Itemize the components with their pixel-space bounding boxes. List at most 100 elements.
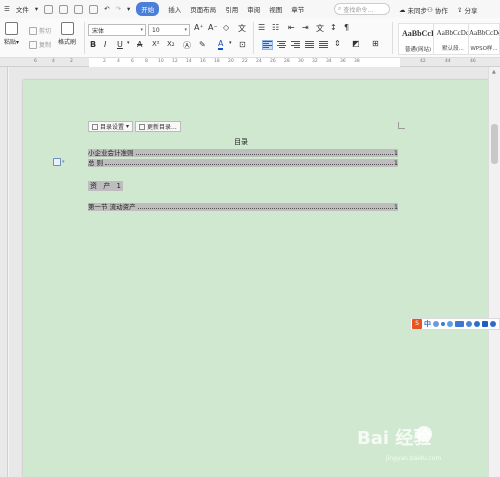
vertical-ruler[interactable]: [0, 67, 8, 477]
more-icon[interactable]: [490, 321, 496, 327]
punctuation-icon[interactable]: [441, 322, 445, 326]
file-menu[interactable]: 文件: [16, 4, 29, 14]
save-icon[interactable]: [44, 4, 54, 14]
toc-toolbar: 目录设置 ▾ 更新目录...: [88, 121, 181, 132]
ime-mode-button[interactable]: 中: [424, 319, 431, 329]
tab-review[interactable]: 审阅: [247, 4, 260, 14]
paragraph-handle-icon[interactable]: [53, 158, 61, 166]
moon-icon[interactable]: [433, 321, 439, 327]
pinyin-icon[interactable]: 文: [238, 23, 246, 34]
distribute-button[interactable]: [319, 41, 328, 49]
ruler-number: 38: [354, 59, 360, 64]
toc-heading[interactable]: 资 产 1: [88, 181, 123, 191]
clipboard-icon: [5, 22, 19, 35]
justify-button[interactable]: [305, 41, 314, 49]
underline-dropdown-icon[interactable]: ▾: [127, 40, 130, 46]
tab-view[interactable]: 视图: [269, 4, 282, 14]
align-right-button[interactable]: [291, 41, 300, 49]
tab-references[interactable]: 引用: [225, 4, 238, 14]
smile-icon[interactable]: [447, 321, 453, 327]
format-painter-button[interactable]: 格式刷: [58, 22, 76, 46]
font-color-button[interactable]: A: [218, 40, 224, 50]
superscript-button[interactable]: X²: [152, 40, 160, 48]
font-name-select[interactable]: 宋体 ▾: [88, 24, 146, 36]
font-color-dropdown-icon[interactable]: ▾: [229, 40, 232, 46]
show-marks-icon[interactable]: ¶: [344, 23, 349, 32]
tab-insert[interactable]: 插入: [168, 4, 181, 14]
tab-section[interactable]: 章节: [291, 4, 304, 14]
ruler-number: 22: [242, 59, 248, 64]
redo-icon[interactable]: ↷: [116, 5, 121, 13]
document-page[interactable]: [23, 80, 495, 477]
scrollbar-thumb[interactable]: [491, 124, 498, 164]
ruler-number: 6: [131, 59, 134, 64]
keyboard-icon[interactable]: [455, 321, 464, 327]
copy-button[interactable]: 复制: [29, 40, 51, 49]
print-preview-icon[interactable]: [89, 4, 99, 14]
voice-icon[interactable]: [466, 321, 472, 327]
chinese-layout-icon[interactable]: 文: [316, 23, 324, 34]
toc-update-button[interactable]: 更新目录...: [135, 121, 181, 132]
copy-icon: [29, 40, 37, 49]
outdent-icon[interactable]: ⇤: [288, 23, 295, 32]
style-wpso[interactable]: AaBbCcDd WPSO样...: [468, 23, 500, 55]
indent-icon[interactable]: ⇥: [302, 23, 309, 32]
share-icon: ⇪: [457, 6, 463, 14]
bullet-list-icon[interactable]: ☰: [258, 23, 265, 32]
sort-icon[interactable]: ↕: [330, 23, 337, 32]
style-default-paragraph[interactable]: AaBbCcDd 默认段...: [433, 23, 473, 55]
ruler-number: 24: [256, 59, 262, 64]
undo-icon[interactable]: ↶: [104, 5, 109, 13]
strikethrough-button[interactable]: A: [137, 40, 142, 49]
collab-button[interactable]: ⚇ 协作: [427, 5, 448, 15]
borders-icon[interactable]: ⊞: [372, 39, 379, 48]
italic-button[interactable]: I: [104, 40, 106, 49]
sync-button[interactable]: ☁ 未同步: [399, 5, 427, 15]
tab-home[interactable]: 开始: [136, 2, 160, 16]
underline-button[interactable]: U: [117, 40, 123, 49]
highlight-icon[interactable]: ✎: [199, 40, 206, 49]
toc-entry[interactable]: 小企业会计准则 1: [88, 149, 398, 157]
font-size-select[interactable]: 10 ▾: [148, 24, 190, 36]
ime-toolbar[interactable]: S 中: [410, 318, 500, 330]
skin-icon[interactable]: [474, 321, 480, 327]
tab-page-layout[interactable]: 页面布局: [190, 4, 216, 14]
ruler-number: 20: [228, 59, 234, 64]
toolbox-icon[interactable]: [482, 321, 488, 327]
char-border-icon[interactable]: ⊡: [239, 40, 246, 49]
quick-dropdown-icon[interactable]: ▾: [127, 5, 130, 13]
subscript-button[interactable]: X₂: [167, 40, 175, 48]
grow-font-icon[interactable]: A⁺: [194, 23, 204, 32]
text-effect-icon[interactable]: Ⓐ: [183, 40, 191, 51]
share-button[interactable]: ⇪ 分享: [457, 5, 477, 15]
shrink-font-icon[interactable]: A⁻: [208, 23, 218, 32]
file-dropdown-icon[interactable]: ▾: [35, 5, 38, 13]
style-normal-web[interactable]: AaBbCcI 普通(网站): [398, 23, 438, 55]
bold-button[interactable]: B: [90, 40, 96, 49]
divider: [84, 22, 85, 54]
hamburger-icon[interactable]: ☰: [4, 5, 10, 13]
ruler-number: 32: [312, 59, 318, 64]
toc-settings-button[interactable]: 目录设置 ▾: [88, 121, 134, 132]
sogou-logo-icon[interactable]: S: [412, 319, 422, 329]
clear-format-icon[interactable]: ◇: [223, 23, 229, 32]
ruler-number: 4: [117, 59, 120, 64]
toc-entry[interactable]: 总 则 1: [88, 159, 398, 167]
vertical-scrollbar[interactable]: ▲: [488, 67, 500, 477]
cut-button[interactable]: 剪切: [29, 26, 51, 35]
numbered-list-icon[interactable]: ☷: [272, 23, 279, 32]
line-spacing-icon[interactable]: ⇕: [334, 39, 341, 48]
horizontal-ruler[interactable]: 6 4 2 2 4 6 8 10 12 14 16 18 20 22 24 26…: [0, 58, 500, 67]
export-pdf-icon[interactable]: [59, 4, 69, 14]
paste-button[interactable]: 粘贴▾: [4, 22, 19, 46]
toc-title[interactable]: 目录: [234, 137, 248, 147]
align-left-button[interactable]: [262, 40, 273, 50]
print-icon[interactable]: [74, 4, 84, 14]
command-search-input[interactable]: ⌕ 查找命令...: [334, 3, 390, 15]
chevron-down-icon[interactable]: ▾: [62, 159, 65, 165]
scroll-up-icon[interactable]: ▲: [492, 69, 496, 75]
ruler-number: 46: [470, 59, 476, 64]
shading-icon[interactable]: ◩: [352, 39, 360, 48]
align-center-button[interactable]: [277, 41, 286, 49]
toc-entry[interactable]: 第一节 流动资产 1: [88, 203, 398, 211]
